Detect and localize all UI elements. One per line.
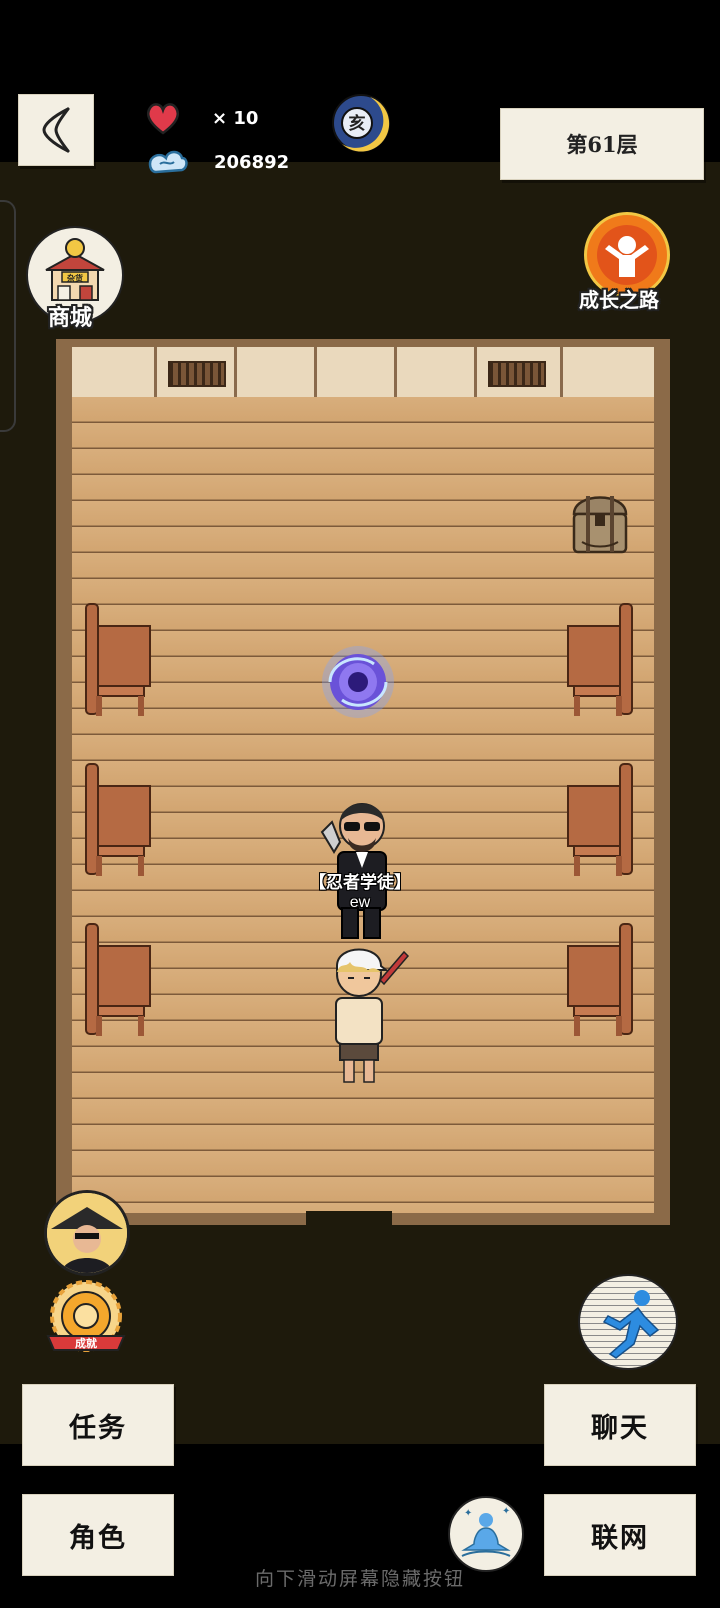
hearts-counter: × 10 [144, 100, 258, 136]
portal-icon[interactable] [318, 642, 398, 722]
moon-emblem-icon: 亥 [332, 94, 390, 152]
chair-right-2 [567, 763, 633, 876]
heart-icon [146, 103, 180, 135]
network-label: 联网 [591, 1522, 649, 1554]
shop-sign-text: 杂货 [67, 273, 83, 283]
chat-button[interactable]: 聊天 [544, 1384, 696, 1466]
chair-left-3 [85, 923, 151, 1036]
running-man-icon [602, 1290, 660, 1359]
task-label: 任务 [69, 1412, 127, 1444]
task-button[interactable]: 任务 [22, 1384, 174, 1466]
meditation-icon: ✦ ✦ [461, 1506, 511, 1557]
hearts-count: × 10 [212, 107, 259, 129]
svg-text:✦: ✦ [464, 1508, 472, 1519]
ninja-avatar-icon [47, 1193, 127, 1273]
currency-value: 206892 [214, 151, 290, 173]
level-indicator: 第61层 [500, 108, 704, 180]
room-wall [72, 347, 654, 400]
footer-hint: 向下滑动屏幕隐藏按钮 [254, 1568, 465, 1590]
room-doorway[interactable] [306, 1211, 392, 1225]
chair-left-1 [85, 603, 151, 716]
back-button[interactable] [18, 94, 94, 166]
ninja-avatar-button[interactable] [44, 1190, 130, 1276]
achievement-ribbon-text: 成就 [75, 1336, 97, 1350]
back-chevron-icon [42, 107, 70, 153]
wall-vent [488, 361, 546, 387]
currency-counter: 206892 [146, 146, 289, 178]
auto-run-button[interactable] [578, 1274, 678, 1370]
wall-vent [168, 361, 226, 387]
npc-name: ew [349, 894, 371, 911]
meditation-button[interactable]: ✦ ✦ [448, 1496, 524, 1572]
player-character[interactable] [322, 940, 418, 1090]
moon-glyph: 亥 [349, 113, 366, 134]
shop-label: 商城 [48, 305, 93, 331]
growth-path-label: 成长之路 [579, 288, 659, 312]
treasure-chest-icon[interactable] [568, 484, 632, 560]
npc-title: 【忍者学徒】 [309, 873, 411, 893]
npc-character[interactable] [314, 792, 406, 942]
level-label: 第61层 [566, 132, 638, 157]
moon-emblem[interactable]: 亥 [330, 92, 392, 154]
growth-path-icon [597, 225, 657, 285]
role-label: 角色 [69, 1522, 127, 1554]
chair-right-1 [567, 603, 633, 716]
chair-left-2 [85, 763, 151, 876]
achievement-button[interactable]: 成就 [44, 1276, 128, 1362]
cloud-currency-icon [148, 150, 188, 174]
chat-label: 聊天 [591, 1412, 649, 1444]
achievement-badge-icon: 成就 [46, 1280, 126, 1352]
svg-text:✦: ✦ [502, 1506, 510, 1517]
chair-right-3 [567, 923, 633, 1036]
edge-handle[interactable] [0, 200, 16, 432]
